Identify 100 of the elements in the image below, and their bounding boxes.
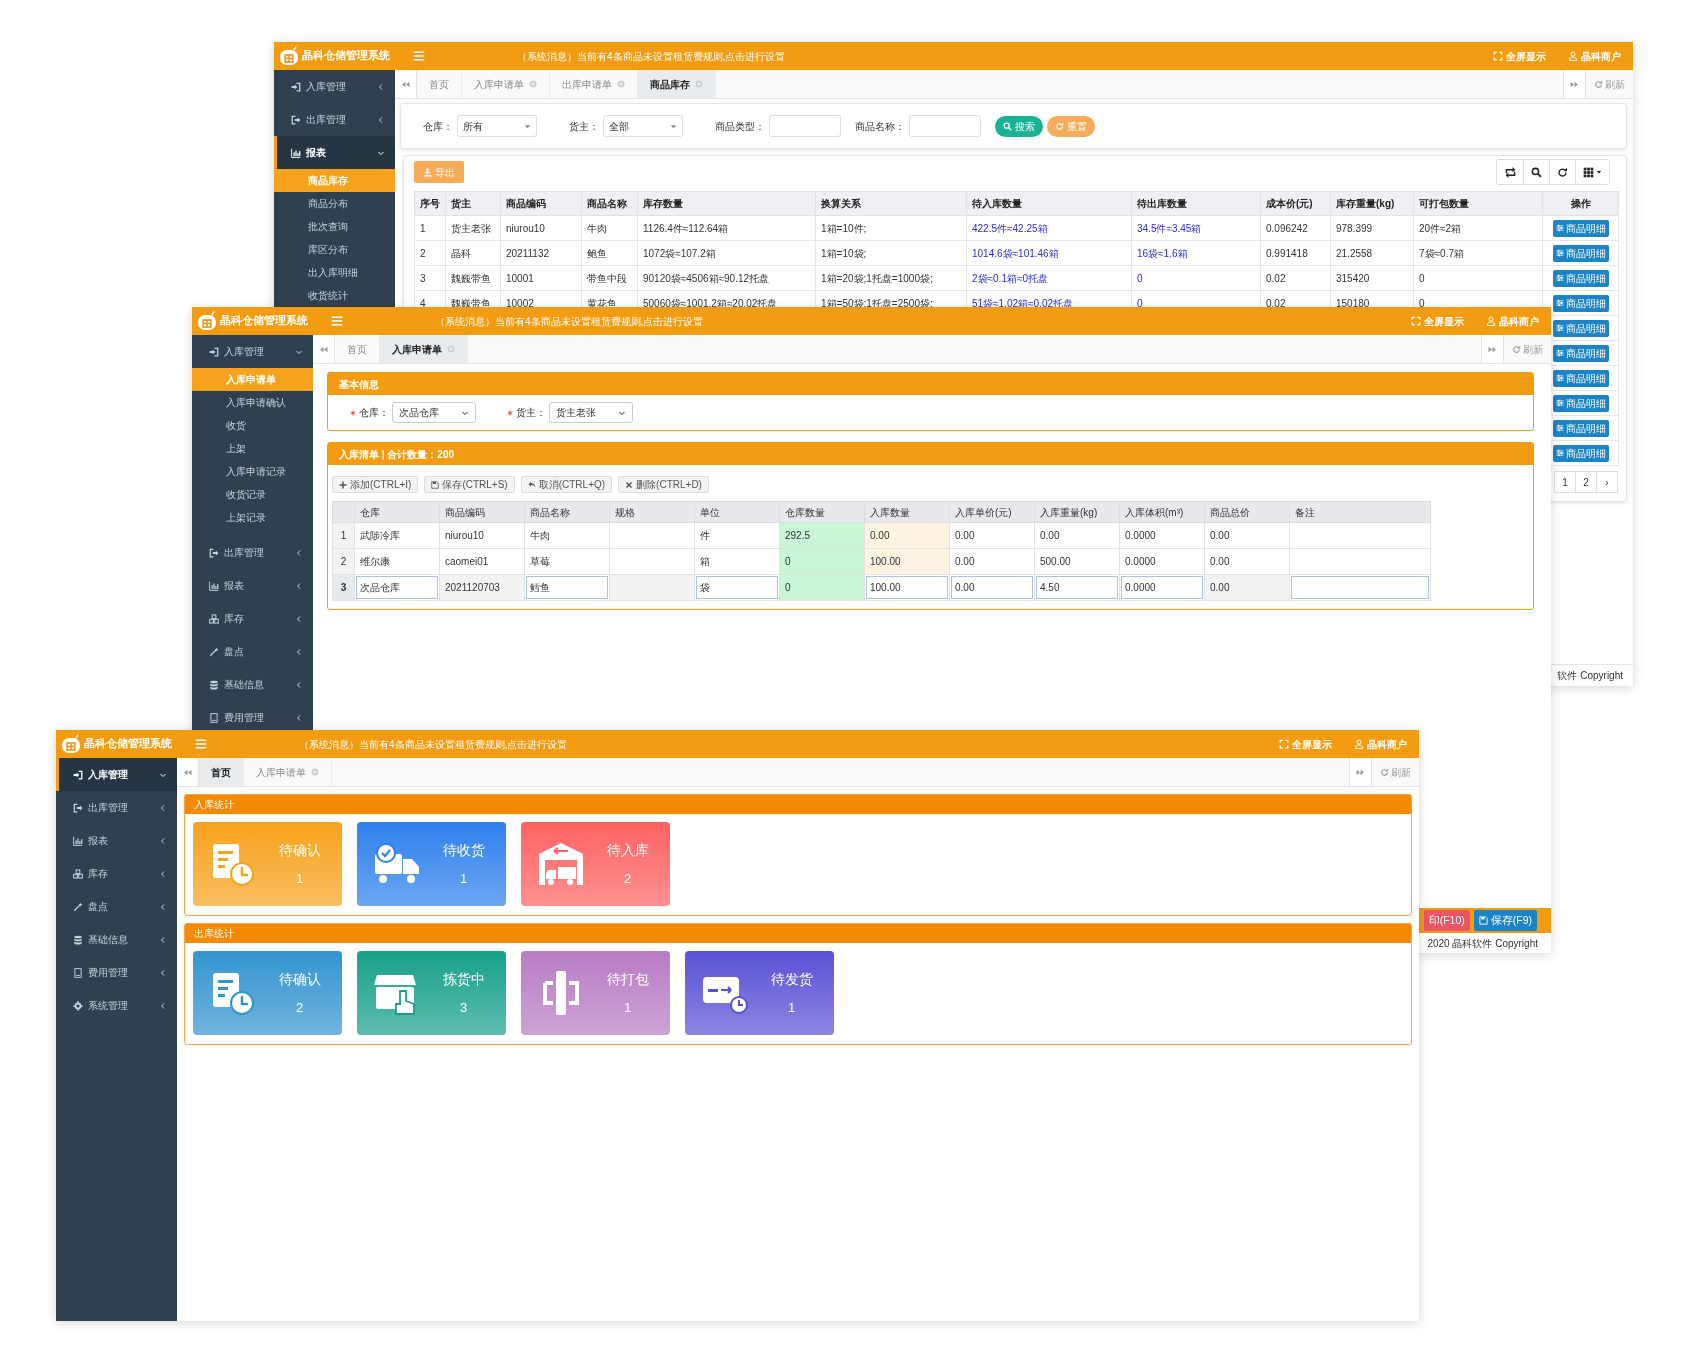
column-header: 库存数量 xyxy=(637,191,816,216)
submenu-item[interactable]: 入库申请记录 xyxy=(192,460,313,483)
tab[interactable]: 入库申请单 xyxy=(380,335,468,363)
select-field[interactable]: 所有 xyxy=(457,115,537,137)
expand-icon xyxy=(1493,51,1503,61)
cell-input[interactable]: 次品仓库 xyxy=(356,576,438,599)
text-field[interactable] xyxy=(909,115,981,137)
tab[interactable]: 首页 xyxy=(199,758,244,786)
detail-button[interactable]: 商品明细 xyxy=(1552,319,1609,337)
table-cell: 草莓 xyxy=(524,548,610,575)
scroll-left-button[interactable] xyxy=(313,335,335,363)
sidebar-item[interactable]: 报表 xyxy=(274,136,395,169)
table-cell: 1072袋≈107.2箱 xyxy=(637,240,816,266)
toolbar-button[interactable]: 添加(CTRL+I) xyxy=(332,476,419,493)
sidebar-item[interactable]: 基础信息 xyxy=(192,668,313,701)
caret-icon xyxy=(524,122,531,130)
cell-input[interactable]: 0.00 xyxy=(951,576,1033,599)
submenu-item[interactable]: 入库申请确认 xyxy=(192,391,313,414)
page-button[interactable]: › xyxy=(1596,471,1618,493)
sidebar-item[interactable]: 入库管理 xyxy=(56,758,177,791)
menu-icon[interactable] xyxy=(413,50,425,62)
toolbar-button[interactable]: 删除(CTRL+D) xyxy=(618,476,709,493)
scroll-right-button[interactable] xyxy=(1563,70,1585,98)
table-cell: 1126.4件≈112.64箱 xyxy=(637,215,816,241)
scroll-right-button[interactable] xyxy=(1349,758,1371,786)
menu-icon[interactable] xyxy=(195,738,207,750)
stat-card[interactable]: 待发货 1 xyxy=(685,951,834,1035)
detail-button[interactable]: 商品明细 xyxy=(1552,444,1609,462)
detail-button[interactable]: 商品明细 xyxy=(1552,344,1609,362)
table-cell: 16袋≈1.6箱 xyxy=(1131,240,1261,266)
tab[interactable]: 入库申请单 xyxy=(244,758,332,786)
submenu-item[interactable]: 批次查询 xyxy=(274,215,395,238)
tab[interactable]: 入库申请单 xyxy=(462,70,550,98)
page-button[interactable]: 2 xyxy=(1575,471,1597,493)
submenu-item[interactable]: 上架记录 xyxy=(192,506,313,529)
save-button[interactable]: 保存(F9) xyxy=(1473,910,1537,931)
text-field[interactable] xyxy=(769,115,841,137)
sidebar-item[interactable]: 出库管理 xyxy=(192,536,313,569)
filter-label: 商品类型： xyxy=(715,119,765,134)
submenu-item[interactable]: 库区分布 xyxy=(274,238,395,261)
detail-button[interactable]: 商品明细 xyxy=(1552,244,1609,262)
sidebar-item[interactable]: 盘点 xyxy=(56,890,177,923)
table-cell: 500.00 xyxy=(1034,548,1120,575)
sidebar-item[interactable]: 盘点 xyxy=(192,635,313,668)
tab[interactable]: 商品库存 xyxy=(638,70,716,98)
select-field[interactable]: 货主老张 xyxy=(549,402,633,423)
sidebar-item[interactable]: 系统管理 xyxy=(56,989,177,1022)
caret-icon xyxy=(670,122,677,130)
close-icon xyxy=(529,80,537,88)
sliders-icon xyxy=(1555,424,1564,432)
scroll-left-button[interactable] xyxy=(395,70,417,98)
detail-button[interactable]: 商品明细 xyxy=(1552,294,1609,312)
close-icon xyxy=(311,768,319,776)
scroll-right-button[interactable] xyxy=(1481,335,1503,363)
select-field[interactable]: 全部 xyxy=(603,115,683,137)
cell-input[interactable]: 袋 xyxy=(696,576,778,599)
detail-button[interactable]: 商品明细 xyxy=(1552,419,1609,437)
sidebar-item[interactable]: 库存 xyxy=(56,857,177,890)
detail-button[interactable]: 商品明细 xyxy=(1552,369,1609,387)
cell-input[interactable]: 4.50 xyxy=(1036,576,1118,599)
page-button[interactable]: 1 xyxy=(1554,471,1576,493)
sidebar-item[interactable]: 报表 xyxy=(192,569,313,602)
cell-input[interactable]: 鳕鱼 xyxy=(526,576,608,599)
submenu-item[interactable]: 收货记录 xyxy=(192,483,313,506)
scroll-left-button[interactable] xyxy=(177,758,199,786)
submenu-item[interactable]: 收货统计 xyxy=(274,284,395,307)
submenu-item[interactable]: 商品分布 xyxy=(274,192,395,215)
select-field[interactable]: 次品仓库 xyxy=(392,402,476,423)
sidebar-item[interactable]: 费用管理 xyxy=(56,956,177,989)
submenu-item[interactable]: 上架 xyxy=(192,437,313,460)
copyright-text: 软件 Copyright xyxy=(1557,669,1623,683)
stat-label: 拣货中 xyxy=(442,969,485,989)
document-icon xyxy=(209,712,219,723)
sidebar-item[interactable]: 入库管理 xyxy=(274,70,395,103)
detail-button[interactable]: 商品明细 xyxy=(1552,269,1609,287)
sidebar-item[interactable]: 报表 xyxy=(56,824,177,857)
table-cell: 1箱=10件; xyxy=(815,215,967,241)
tab[interactable]: 首页 xyxy=(417,70,462,98)
expand-icon xyxy=(1279,739,1289,749)
cell-input[interactable]: 0.0000 xyxy=(1121,576,1203,599)
sidebar-item[interactable]: 入库管理 xyxy=(192,335,313,368)
columns-button[interactable] xyxy=(1575,160,1609,184)
column-header: 入库单价(元) xyxy=(949,501,1035,523)
detail-button[interactable]: 商品明细 xyxy=(1552,219,1609,237)
sidebar-item[interactable]: 出库管理 xyxy=(274,103,395,136)
sidebar-item[interactable]: 费用管理 xyxy=(192,701,313,734)
column-header: 入库体积(m³) xyxy=(1119,501,1205,523)
table-cell: 315420 xyxy=(1330,265,1414,291)
sidebar-item[interactable]: 基础信息 xyxy=(56,923,177,956)
toolbar-button[interactable]: 取消(CTRL+Q) xyxy=(520,476,613,493)
sidebar-item[interactable]: 出库管理 xyxy=(56,791,177,824)
cell-input[interactable]: 100.00 xyxy=(866,576,948,599)
detail-button[interactable]: 商品明细 xyxy=(1552,394,1609,412)
sidebar-item[interactable]: 库存 xyxy=(192,602,313,635)
submenu-item[interactable]: 收货 xyxy=(192,414,313,437)
refresh-icon xyxy=(1380,767,1389,777)
submenu-item[interactable]: 出入库明细 xyxy=(274,261,395,284)
menu-icon[interactable] xyxy=(331,315,343,327)
toolbar-button[interactable]: 保存(CTRL+S) xyxy=(424,476,515,493)
cell-input[interactable] xyxy=(1291,576,1429,599)
